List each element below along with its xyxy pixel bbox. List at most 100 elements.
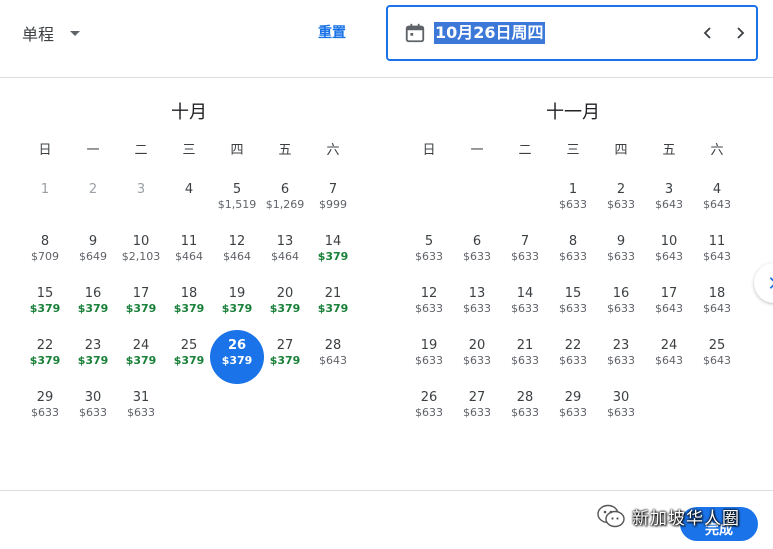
- day-cell[interactable]: 29 $633: [21, 386, 69, 438]
- caret-down-icon: [70, 30, 81, 36]
- day-cell[interactable]: 5 $1,519: [213, 178, 261, 230]
- day-cell[interactable]: 9 $649: [69, 230, 117, 282]
- chevron-left-icon: [703, 27, 711, 39]
- day-cell[interactable]: 13 $633: [453, 282, 501, 334]
- day-cell[interactable]: 30 $633: [69, 386, 117, 438]
- done-button[interactable]: 完成: [680, 507, 758, 541]
- day-price: $379: [317, 250, 349, 263]
- day-price: $379: [125, 302, 157, 315]
- day-number: 9: [616, 234, 626, 249]
- day-number: 10: [132, 234, 150, 249]
- day-cell[interactable]: 14 $379: [309, 230, 357, 282]
- day-cell[interactable]: 15 $379: [21, 282, 69, 334]
- day-cell[interactable]: 26 $633: [405, 386, 453, 438]
- day-price: $643: [319, 354, 347, 367]
- day-cell[interactable]: 19 $379: [213, 282, 261, 334]
- day-cell[interactable]: 4: [165, 178, 213, 230]
- day-number: 1: [40, 182, 50, 197]
- day-cell[interactable]: 3 $643: [645, 178, 693, 230]
- day-cell[interactable]: 9 $633: [597, 230, 645, 282]
- day-cell[interactable]: 7 $633: [501, 230, 549, 282]
- day-cell[interactable]: 28 $633: [501, 386, 549, 438]
- day-price: $379: [173, 354, 205, 367]
- day-cell[interactable]: 11 $464: [165, 230, 213, 282]
- day-cell[interactable]: 12 $633: [405, 282, 453, 334]
- day-grid: 1 $633 2 $633 3 $643 4 $643 5 $633 6 $633 7 $633 8 $633…: [405, 178, 741, 438]
- selected-date-text[interactable]: 10月26日周四: [434, 22, 545, 44]
- weekday-header: 日一二三四五六: [21, 130, 357, 172]
- day-cell[interactable]: 21 $379: [309, 282, 357, 334]
- weekday-label: 五: [662, 143, 676, 158]
- day-cell[interactable]: 22 $379: [21, 334, 69, 386]
- day-cell[interactable]: 17 $643: [645, 282, 693, 334]
- day-cell[interactable]: 16 $633: [597, 282, 645, 334]
- day-cell[interactable]: 22 $633: [549, 334, 597, 386]
- day-number: 27: [468, 390, 486, 405]
- day-cell[interactable]: 28 $643: [309, 334, 357, 386]
- week-row: 22 $379 23 $379 24 $379 25 $379 26 $379 27 $379 28 $6…: [21, 330, 357, 386]
- weekday-label: 五: [278, 143, 292, 158]
- day-cell[interactable]: 8 $709: [21, 230, 69, 282]
- day-cell[interactable]: 4 $643: [693, 178, 741, 230]
- day-price: $633: [511, 250, 539, 263]
- day-price: $643: [655, 250, 683, 263]
- date-picker-dialog: 单程 重置 10月26日周四 十月 日 一 二 三 四 五 六 1 2 3 4 …: [0, 0, 773, 549]
- day-price: $379: [29, 302, 61, 315]
- day-number: 25: [708, 338, 726, 353]
- day-number: 28: [324, 338, 342, 353]
- day-cell[interactable]: 27 $379: [261, 334, 309, 386]
- next-date-button[interactable]: [728, 21, 752, 45]
- day-cell[interactable]: 20 $379: [261, 282, 309, 334]
- day-cell[interactable]: 5 $633: [405, 230, 453, 282]
- scroll-months-next-button[interactable]: [754, 263, 773, 303]
- day-cell[interactable]: 25 $379: [165, 334, 213, 386]
- day-number: 12: [228, 234, 246, 249]
- chevron-right-icon: [769, 277, 773, 289]
- day-cell[interactable]: 23 $633: [597, 334, 645, 386]
- day-cell[interactable]: 15 $633: [549, 282, 597, 334]
- day-cell[interactable]: 30 $633: [597, 386, 645, 438]
- day-cell[interactable]: 11 $643: [693, 230, 741, 282]
- day-cell[interactable]: 7 $999: [309, 178, 357, 230]
- day-cell[interactable]: 31 $633: [117, 386, 165, 438]
- trip-type-dropdown[interactable]: 单程: [22, 20, 81, 46]
- day-cell[interactable]: 10 $643: [645, 230, 693, 282]
- day-cell[interactable]: 19 $633: [405, 334, 453, 386]
- day-cell[interactable]: 14 $633: [501, 282, 549, 334]
- day-price: $633: [415, 354, 443, 367]
- day-number: 16: [84, 286, 102, 301]
- day-cell[interactable]: 25 $643: [693, 334, 741, 386]
- day-cell[interactable]: 2 $633: [597, 178, 645, 230]
- day-number: 18: [180, 286, 198, 301]
- day-cell[interactable]: 10 $2,103: [117, 230, 165, 282]
- day-cell[interactable]: 18 $643: [693, 282, 741, 334]
- day-cell[interactable]: 12 $464: [213, 230, 261, 282]
- day-price: $379: [221, 354, 253, 367]
- reset-button[interactable]: 重置: [312, 20, 352, 44]
- day-price: $379: [173, 302, 205, 315]
- day-price: $633: [607, 250, 635, 263]
- day-cell-selected[interactable]: 26 $379: [210, 330, 264, 386]
- day-cell[interactable]: 27 $633: [453, 386, 501, 438]
- day-number: 4: [184, 182, 194, 197]
- day-cell[interactable]: 21 $633: [501, 334, 549, 386]
- day-cell[interactable]: 20 $633: [453, 334, 501, 386]
- day-price: $379: [269, 354, 301, 367]
- day-cell[interactable]: 6 $1,269: [261, 178, 309, 230]
- departure-date-field[interactable]: 10月26日周四: [386, 5, 758, 61]
- day-cell[interactable]: 17 $379: [117, 282, 165, 334]
- previous-date-button[interactable]: [696, 21, 720, 45]
- day-cell[interactable]: 24 $379: [117, 334, 165, 386]
- day-cell[interactable]: 29 $633: [549, 386, 597, 438]
- day-cell[interactable]: 8 $633: [549, 230, 597, 282]
- day-price: $643: [703, 198, 731, 211]
- day-cell[interactable]: 23 $379: [69, 334, 117, 386]
- day-cell[interactable]: 6 $633: [453, 230, 501, 282]
- day-cell[interactable]: 16 $379: [69, 282, 117, 334]
- day-cell[interactable]: 1 $633: [549, 178, 597, 230]
- day-cell[interactable]: 18 $379: [165, 282, 213, 334]
- empty-day-cell: [453, 178, 501, 230]
- day-number: 20: [468, 338, 486, 353]
- day-cell[interactable]: 24 $643: [645, 334, 693, 386]
- day-cell[interactable]: 13 $464: [261, 230, 309, 282]
